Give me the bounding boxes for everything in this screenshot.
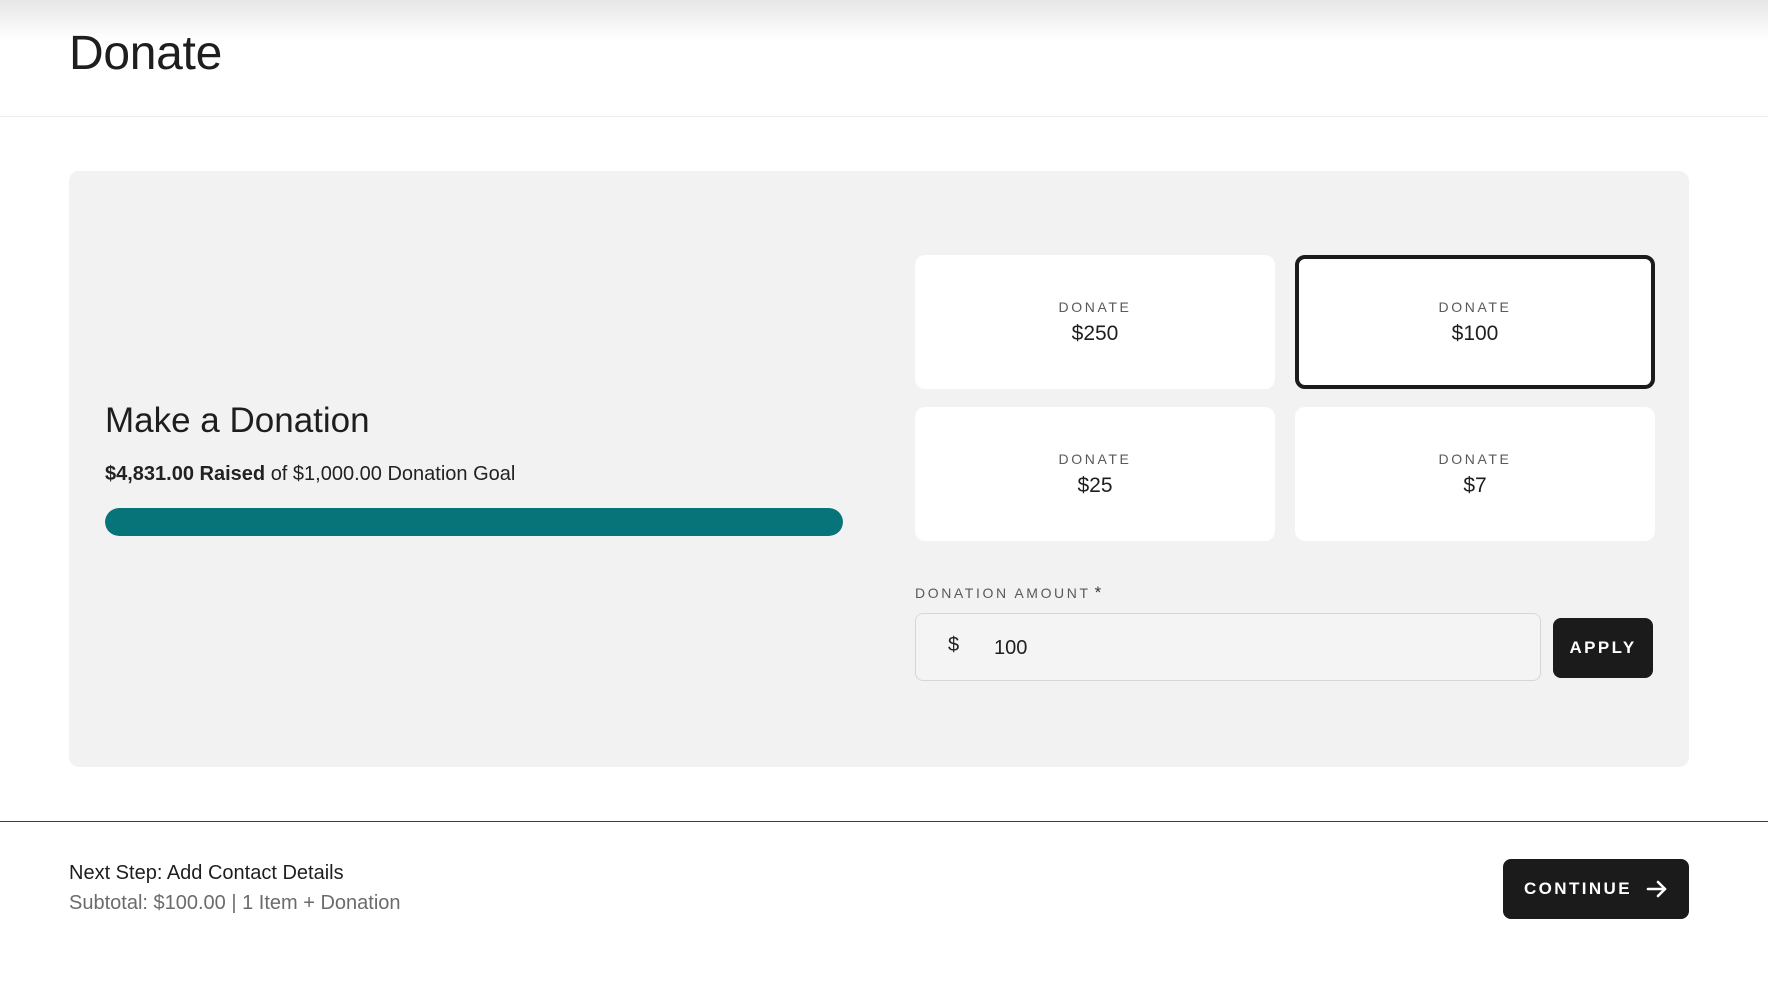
page-header: Donate — [0, 0, 1768, 117]
continue-label: CONTINUE — [1524, 879, 1632, 898]
amount-options: DONATE $250 DONATE $100 DONATE $25 DONAT… — [915, 255, 1655, 543]
donation-amount-input[interactable] — [992, 624, 1516, 672]
donate-option-250[interactable]: DONATE $250 — [915, 255, 1275, 389]
option-value: $250 — [1071, 321, 1119, 345]
raised-line: $4,831.00 Raised of $1,000.00 Donation G… — [105, 463, 845, 486]
option-label: DONATE — [1058, 298, 1132, 315]
arrow-right-icon — [1646, 880, 1668, 898]
donate-option-100[interactable]: DONATE $100 — [1295, 255, 1655, 389]
donate-option-7[interactable]: DONATE $7 — [1295, 407, 1655, 541]
goal-text: of $1,000.00 Donation Goal — [270, 463, 516, 485]
option-label: DONATE — [1058, 450, 1132, 467]
option-label: DONATE — [1438, 298, 1512, 315]
donate-option-25[interactable]: DONATE $25 — [915, 407, 1275, 541]
donation-title: Make a Donation — [105, 401, 370, 440]
required-mark: * — [1094, 583, 1104, 602]
continue-button[interactable]: CONTINUE — [1503, 859, 1689, 919]
donation-amount-field[interactable]: $ — [915, 613, 1541, 681]
donation-amount-label: DONATION AMOUNT * — [915, 583, 1104, 603]
raised-amount: $4,831.00 Raised — [105, 463, 266, 485]
next-step-text: Next Step: Add Contact Details — [69, 862, 344, 884]
page-title: Donate — [69, 27, 222, 80]
donation-summary: Make a Donation $4,831.00 Raised of $1,0… — [105, 401, 845, 536]
option-value: $7 — [1463, 473, 1487, 497]
footer-divider — [0, 821, 1768, 822]
progress-bar — [105, 508, 843, 536]
option-value: $25 — [1077, 473, 1113, 497]
apply-button[interactable]: APPLY — [1553, 618, 1653, 678]
currency-prefix: $ — [948, 634, 960, 656]
donation-amount-label-text: DONATION AMOUNT — [915, 585, 1091, 601]
progress-fill — [105, 508, 843, 536]
subtotal-text: Subtotal: $100.00 | 1 Item + Donation — [69, 892, 401, 914]
donation-card: Make a Donation $4,831.00 Raised of $1,0… — [69, 171, 1689, 767]
option-label: DONATE — [1438, 450, 1512, 467]
option-value: $100 — [1451, 321, 1499, 345]
